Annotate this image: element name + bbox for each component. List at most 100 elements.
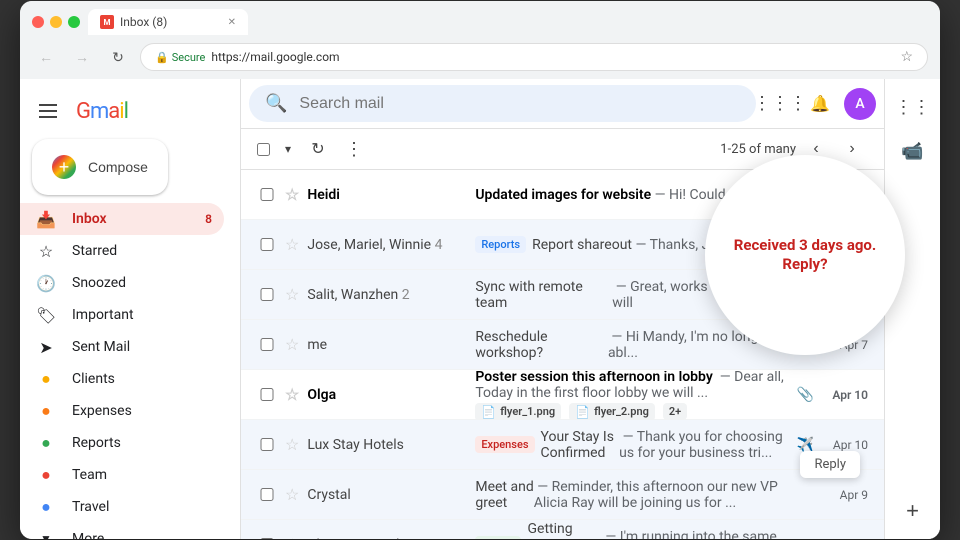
starred-icon: ☆ <box>36 242 56 261</box>
email-checkbox[interactable] <box>257 488 277 501</box>
top-bar: 🔍 ⋮⋮⋮ 🔔 A <box>241 79 884 129</box>
email-row[interactable]: ☆ Salit, Wanzhen 2 Sync with remote team… <box>241 270 884 320</box>
email-checkbox[interactable] <box>257 438 277 451</box>
email-tag: Reports <box>475 236 526 253</box>
add-button[interactable]: + <box>893 491 933 531</box>
compose-button[interactable]: + Compose <box>32 139 168 195</box>
email-subject: Report shareout <box>532 237 632 253</box>
forward-button[interactable]: → <box>68 43 96 71</box>
tab-close-button[interactable]: ✕ <box>228 17 236 28</box>
sidebar-item-reports[interactable]: ● Reports <box>20 427 224 459</box>
notifications-button[interactable]: 🔔 <box>804 88 836 120</box>
email-checkbox[interactable] <box>257 388 277 401</box>
send-label: Send <box>789 338 814 351</box>
sidebar-label-snoozed: Snoozed <box>72 275 126 291</box>
close-dot[interactable] <box>32 16 44 28</box>
email-snippet: — Thank you for choosing us for your bus… <box>619 429 796 461</box>
email-row[interactable]: ☆ Crystal Meet and greet — Reminder, thi… <box>241 470 884 520</box>
select-dropdown-button[interactable]: ▾ <box>278 133 298 165</box>
star-icon[interactable]: ☆ <box>285 385 299 404</box>
main-content: 🔍 ⋮⋮⋮ 🔔 A ▾ ↻ ⋮ 1-25 of many ‹ › <box>240 79 884 539</box>
star-icon[interactable]: ☆ <box>285 285 299 304</box>
email-row[interactable]: ☆ Heidi Updated images for website — Hi!… <box>241 170 884 220</box>
email-subject: Updated images for website <box>475 187 651 203</box>
email-subject-area: Poster session this afternoon in lobby —… <box>475 371 796 419</box>
sidebar-item-more[interactable]: ▼ More <box>20 523 224 539</box>
apps-button[interactable]: ⋮⋮⋮ <box>764 88 796 120</box>
email-snippet: — Great, works for me! Where will <box>612 279 814 311</box>
hamburger-menu-button[interactable] <box>28 91 68 131</box>
search-input[interactable] <box>299 95 740 113</box>
reports-icon: ● <box>36 433 56 453</box>
gmail-app: Gmail + Compose 📥 Inbox 8 ☆ Starred 🕐 Sn… <box>20 79 940 539</box>
email-sender: Chi, me, Patrick 6 <box>307 537 467 540</box>
sidebar-item-sent[interactable]: ➤ Sent Mail <box>20 331 224 363</box>
email-checkbox[interactable] <box>257 288 277 301</box>
email-date: Apr 9 <box>818 538 868 540</box>
sidebar-item-travel[interactable]: ● Travel <box>20 491 224 523</box>
email-toolbar: ▾ ↻ ⋮ 1-25 of many ‹ › <box>241 129 884 170</box>
email-subject-area: Updated images for website — Hi! Could y… <box>475 187 814 203</box>
sidebar-label-expenses: Expenses <box>72 403 132 419</box>
email-list: ☆ Heidi Updated images for website — Hi!… <box>241 170 884 539</box>
email-row[interactable]: ☆ Lux Stay Hotels Expenses Your Stay Is … <box>241 420 884 470</box>
back-button[interactable]: ← <box>32 43 60 71</box>
email-row[interactable]: ☆ Olga Poster session this afternoon in … <box>241 370 884 420</box>
sidebar-item-inbox[interactable]: 📥 Inbox 8 <box>20 203 224 235</box>
sidebar-item-snoozed[interactable]: 🕐 Snoozed <box>20 267 224 299</box>
email-tag: Expenses <box>475 436 534 453</box>
star-icon[interactable]: ☆ <box>285 435 299 454</box>
email-row[interactable]: ☆ Jose, Mariel, Winnie 4 Reports Report … <box>241 220 884 270</box>
sidebar-label-travel: Travel <box>72 499 109 515</box>
user-avatar[interactable]: A <box>844 88 876 120</box>
browser-tab[interactable]: M Inbox (8) ✕ <box>88 9 248 35</box>
star-icon[interactable]: ☆ <box>285 335 299 354</box>
pagination-prev-button[interactable]: ‹ <box>800 133 832 165</box>
sidebar-item-team[interactable]: ● Team <box>20 459 224 491</box>
browser-dots <box>32 16 80 28</box>
search-bar[interactable]: 🔍 <box>249 85 756 122</box>
email-sender: Lux Stay Hotels <box>307 437 467 453</box>
email-sender: Olga <box>307 387 467 403</box>
sidebar-item-starred[interactable]: ☆ Starred <box>20 235 224 267</box>
email-snippet: — Thanks, Jose, this looks g <box>632 237 810 253</box>
star-icon[interactable]: ☆ <box>285 535 299 539</box>
sidebar-item-clients[interactable]: ● Clients <box>20 363 224 395</box>
email-checkbox[interactable] <box>257 538 277 539</box>
email-checkbox[interactable] <box>257 238 277 251</box>
star-icon[interactable]: ☆ <box>285 235 299 254</box>
email-sender: Salit, Wanzhen 2 <box>307 287 467 303</box>
google-apps-button[interactable]: ⋮⋮ <box>893 87 933 127</box>
maximize-dot[interactable] <box>68 16 80 28</box>
bookmark-icon[interactable]: ☆ <box>900 49 913 65</box>
select-all-checkbox[interactable] <box>257 143 270 156</box>
meet-button[interactable]: 📹 <box>893 131 933 171</box>
refresh-button[interactable]: ↻ <box>302 133 334 165</box>
reload-button[interactable]: ↻ <box>104 43 132 71</box>
email-checkbox[interactable] <box>257 338 277 351</box>
email-row[interactable]: ☆ me Reschedule workshop? — Hi Mandy, I'… <box>241 320 884 370</box>
pagination-info: 1-25 of many <box>720 142 796 157</box>
email-icons: 📎 <box>797 387 814 403</box>
sidebar-item-expenses[interactable]: ● Expenses <box>20 395 224 427</box>
minimize-dot[interactable] <box>50 16 62 28</box>
email-row[interactable]: ☆ Chi, me, Patrick 6 Clients Getting err… <box>241 520 884 539</box>
sidebar-item-important[interactable]: 🏷 Important <box>20 299 224 331</box>
expenses-icon: ● <box>36 401 56 421</box>
email-snippet: — Hi Mandy, I'm no longer abl... <box>608 329 789 361</box>
sidebar-label-starred: Starred <box>72 243 117 259</box>
star-icon[interactable]: ☆ <box>285 185 299 204</box>
star-icon[interactable]: ☆ <box>285 485 299 504</box>
pagination-next-button[interactable]: › <box>836 133 868 165</box>
tab-favicon: M <box>100 15 114 29</box>
team-icon: ● <box>36 465 56 485</box>
more-options-button[interactable]: ⋮ <box>338 133 370 165</box>
email-subject-area: Reports Report shareout — Thanks, Jose, … <box>475 236 814 253</box>
email-checkbox[interactable] <box>257 188 277 201</box>
address-bar[interactable]: 🔒 Secure https://mail.google.com ☆ <box>140 43 928 71</box>
email-subject: Reschedule workshop? <box>475 329 608 361</box>
email-snippet: — I'm running into the same problem. Res… <box>602 529 814 540</box>
attachment-chip: 📄 flyer_1.png <box>475 403 561 419</box>
compose-label: Compose <box>88 159 148 175</box>
sidebar-label-inbox: Inbox <box>72 211 107 227</box>
